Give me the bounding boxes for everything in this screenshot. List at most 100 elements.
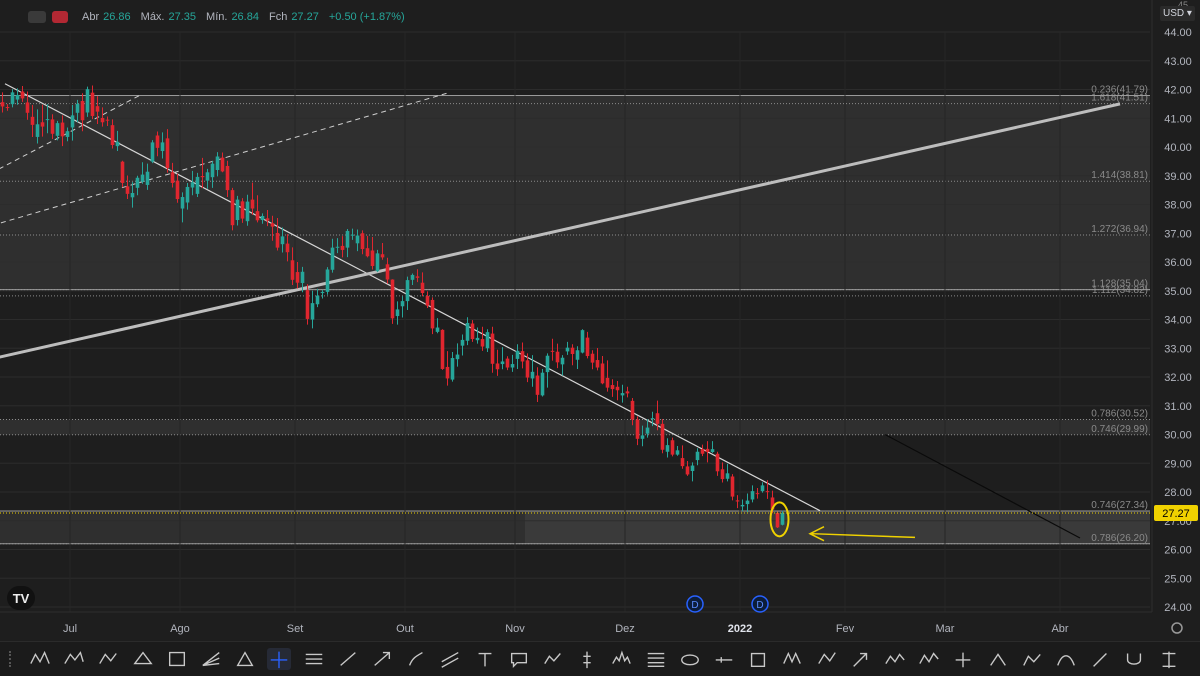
candle-body-17 bbox=[85, 89, 90, 113]
low-label: Mín. bbox=[206, 11, 228, 23]
fib-label-6: 0.786(30.52) bbox=[1091, 409, 1148, 420]
price-tick-13: 31.00 bbox=[1164, 401, 1192, 413]
candle-body-105 bbox=[525, 360, 530, 378]
tool-waves[interactable] bbox=[28, 648, 52, 670]
tool-rectangle[interactable] bbox=[165, 648, 189, 670]
candle-body-151 bbox=[755, 493, 760, 495]
price-tick-7: 37.00 bbox=[1164, 228, 1192, 240]
candle-body-80 bbox=[400, 301, 405, 307]
tool-ray[interactable] bbox=[712, 648, 736, 670]
tool-arrow[interactable] bbox=[370, 648, 394, 670]
time-tick-3: Out bbox=[396, 623, 414, 635]
currency-selector[interactable]: USD ▾ bbox=[1160, 6, 1195, 21]
tool-fib-channel[interactable] bbox=[302, 648, 326, 670]
tool-cross[interactable] bbox=[951, 648, 975, 670]
candle-body-89 bbox=[445, 366, 450, 379]
tool-abcd[interactable] bbox=[96, 648, 120, 670]
candle-body-24 bbox=[120, 161, 125, 183]
tool-path[interactable] bbox=[541, 648, 565, 670]
tool-polyline[interactable] bbox=[1020, 648, 1044, 670]
candle-body-114 bbox=[570, 347, 575, 354]
tool-callout[interactable] bbox=[507, 648, 531, 670]
tool-pattern[interactable] bbox=[780, 648, 804, 670]
tool-ellipse[interactable] bbox=[678, 648, 702, 670]
trend-line-icon bbox=[340, 652, 356, 666]
candle-body-7 bbox=[35, 124, 40, 137]
tool-brush[interactable] bbox=[404, 648, 428, 670]
text-icon bbox=[478, 652, 492, 667]
candle-body-124 bbox=[620, 393, 625, 396]
time-tick-4: Nov bbox=[505, 623, 525, 635]
candle-body-41 bbox=[205, 172, 210, 181]
candle-body-145 bbox=[725, 473, 730, 479]
price-chart[interactable]: 0.236(41.79)1.618(41.51)1.414(38.81)1.27… bbox=[0, 0, 1200, 641]
tool-measure[interactable] bbox=[986, 648, 1010, 670]
candle-body-15 bbox=[75, 103, 80, 113]
tool-fib-fan[interactable] bbox=[199, 648, 223, 670]
candle-body-113 bbox=[565, 347, 570, 352]
tool-elliott-wxy[interactable] bbox=[815, 648, 839, 670]
tool-parallel-channel[interactable] bbox=[438, 648, 462, 670]
triangle-icon bbox=[236, 651, 254, 667]
last-price-label: 27.27 bbox=[1162, 508, 1190, 520]
tool-curve[interactable] bbox=[1054, 648, 1078, 670]
candle-body-50 bbox=[250, 199, 255, 209]
candle-body-85 bbox=[425, 295, 430, 306]
tool-trend-line[interactable] bbox=[336, 648, 360, 670]
candle-body-36 bbox=[180, 197, 185, 209]
drawing-toolbar bbox=[0, 641, 1200, 676]
legend-color-swatch[interactable] bbox=[52, 11, 68, 23]
parallel-channel-icon bbox=[441, 651, 459, 668]
tool-text[interactable] bbox=[473, 648, 497, 670]
tool-fib-retracement[interactable] bbox=[644, 648, 668, 670]
price-tick-1: 43.00 bbox=[1164, 56, 1192, 68]
fib-label-9: 0.786(26.20) bbox=[1091, 533, 1148, 544]
candle-body-143 bbox=[715, 453, 720, 472]
candle-body-153 bbox=[765, 491, 770, 493]
candle-body-13 bbox=[65, 131, 70, 137]
tool-magnet[interactable] bbox=[1122, 648, 1146, 670]
abcd-icon bbox=[99, 653, 118, 664]
candle-body-129 bbox=[645, 427, 650, 434]
candle-body-101 bbox=[505, 358, 510, 368]
tool-price-range[interactable] bbox=[1157, 648, 1181, 670]
tool-xabcd[interactable] bbox=[62, 648, 86, 670]
candle-body-150 bbox=[750, 491, 755, 500]
candle-body-120 bbox=[600, 363, 605, 384]
close-label: Fch bbox=[268, 11, 288, 23]
tool-arrow-up[interactable] bbox=[849, 648, 873, 670]
tool-elliott-ae[interactable] bbox=[917, 648, 941, 670]
candle-body-8 bbox=[40, 122, 45, 127]
toolbar-grip[interactable] bbox=[9, 651, 15, 667]
candle-body-32 bbox=[160, 142, 165, 152]
candle-body-42 bbox=[210, 163, 215, 178]
measure-icon bbox=[989, 653, 1006, 666]
tool-crosshair[interactable] bbox=[267, 648, 292, 670]
close-value: 27.27 bbox=[291, 11, 319, 23]
elliott-ae-icon bbox=[919, 652, 939, 664]
candle-body-35 bbox=[175, 180, 180, 200]
tool-pen[interactable] bbox=[1088, 648, 1112, 670]
fib-zone-highlight bbox=[525, 510, 1150, 544]
head-shoulders-icon bbox=[612, 650, 632, 664]
price-tick-16: 28.00 bbox=[1164, 487, 1192, 499]
tool-long-position[interactable] bbox=[575, 648, 599, 670]
tradingview-logo[interactable]: TV bbox=[7, 586, 35, 610]
candle-body-121 bbox=[605, 377, 610, 388]
candle-body-21 bbox=[105, 119, 110, 121]
candle-body-146 bbox=[730, 476, 735, 497]
triangle-pattern-icon bbox=[132, 651, 153, 665]
candle-body-104 bbox=[520, 351, 525, 362]
time-tick-8: Mar bbox=[936, 623, 955, 635]
tool-triangle-pattern[interactable] bbox=[131, 648, 155, 670]
legend-toggle[interactable] bbox=[28, 11, 46, 23]
tool-elliott-wxyz[interactable] bbox=[883, 648, 907, 670]
pattern-icon bbox=[783, 651, 802, 664]
path-icon bbox=[544, 653, 561, 664]
tool-head-shoulders[interactable] bbox=[609, 648, 633, 670]
candle-body-92 bbox=[460, 339, 465, 346]
tool-box[interactable] bbox=[746, 648, 770, 670]
candle-body-139 bbox=[695, 451, 700, 461]
tool-triangle[interactable] bbox=[233, 648, 257, 670]
callout-icon bbox=[510, 652, 527, 668]
